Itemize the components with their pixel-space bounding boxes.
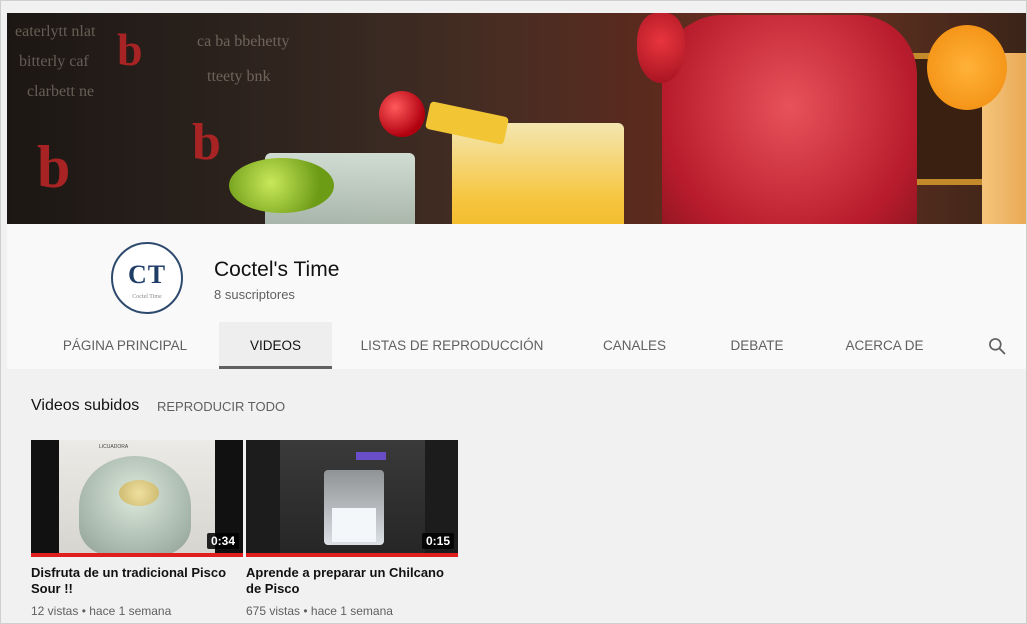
play-all-button[interactable]: REPRODUCIR TODO bbox=[157, 399, 285, 414]
channel-tabs: PÁGINA PRINCIPAL VIDEOS LISTAS DE REPROD… bbox=[7, 322, 1026, 369]
channel-name: Coctel's Time bbox=[214, 258, 340, 281]
channel-page: eaterlytt nlat bitterly caf clarbett ne … bbox=[0, 0, 1027, 624]
tab-videos[interactable]: VIDEOS bbox=[219, 322, 332, 369]
video-duration: 0:15 bbox=[421, 533, 454, 549]
tab-playlists[interactable]: LISTAS DE REPRODUCCIÓN bbox=[352, 322, 552, 369]
section-title: Videos subidos bbox=[31, 397, 140, 414]
channel-banner: eaterlytt nlat bitterly caf clarbett ne … bbox=[7, 13, 1026, 224]
watch-progress-bar bbox=[31, 553, 243, 557]
tab-channels[interactable]: CANALES bbox=[577, 322, 692, 369]
video-thumbnail[interactable]: 0:15 bbox=[246, 440, 458, 557]
search-icon[interactable] bbox=[987, 336, 1007, 356]
video-duration: 0:34 bbox=[206, 533, 239, 549]
video-meta: 12 vistas • hace 1 semana bbox=[31, 604, 172, 618]
watch-progress-bar bbox=[246, 553, 458, 557]
video-meta: 675 vistas • hace 1 semana bbox=[246, 604, 393, 618]
tab-about[interactable]: ACERCA DE bbox=[827, 322, 942, 369]
video-card[interactable]: 0:15 Aprende a preparar un Chilcano de P… bbox=[246, 440, 458, 618]
video-title[interactable]: Aprende a preparar un Chilcano de Pisco bbox=[246, 565, 446, 597]
video-title[interactable]: Disfruta de un tradicional Pisco Sour !! bbox=[31, 565, 231, 597]
tab-discussion[interactable]: DEBATE bbox=[707, 322, 807, 369]
avatar-monogram: CT bbox=[127, 260, 167, 289]
video-card[interactable]: LICUADORA 0:34 Disfruta de un tradiciona… bbox=[31, 440, 243, 618]
tab-home[interactable]: PÁGINA PRINCIPAL bbox=[35, 322, 215, 369]
channel-avatar[interactable]: CT Coctel Time bbox=[111, 242, 183, 314]
video-thumbnail[interactable]: LICUADORA 0:34 bbox=[31, 440, 243, 557]
subscriber-count: 8 suscriptores bbox=[214, 287, 295, 302]
avatar-subtitle: Coctel Time bbox=[132, 294, 162, 300]
channel-header: CT Coctel Time Coctel's Time 8 suscripto… bbox=[7, 224, 1026, 369]
